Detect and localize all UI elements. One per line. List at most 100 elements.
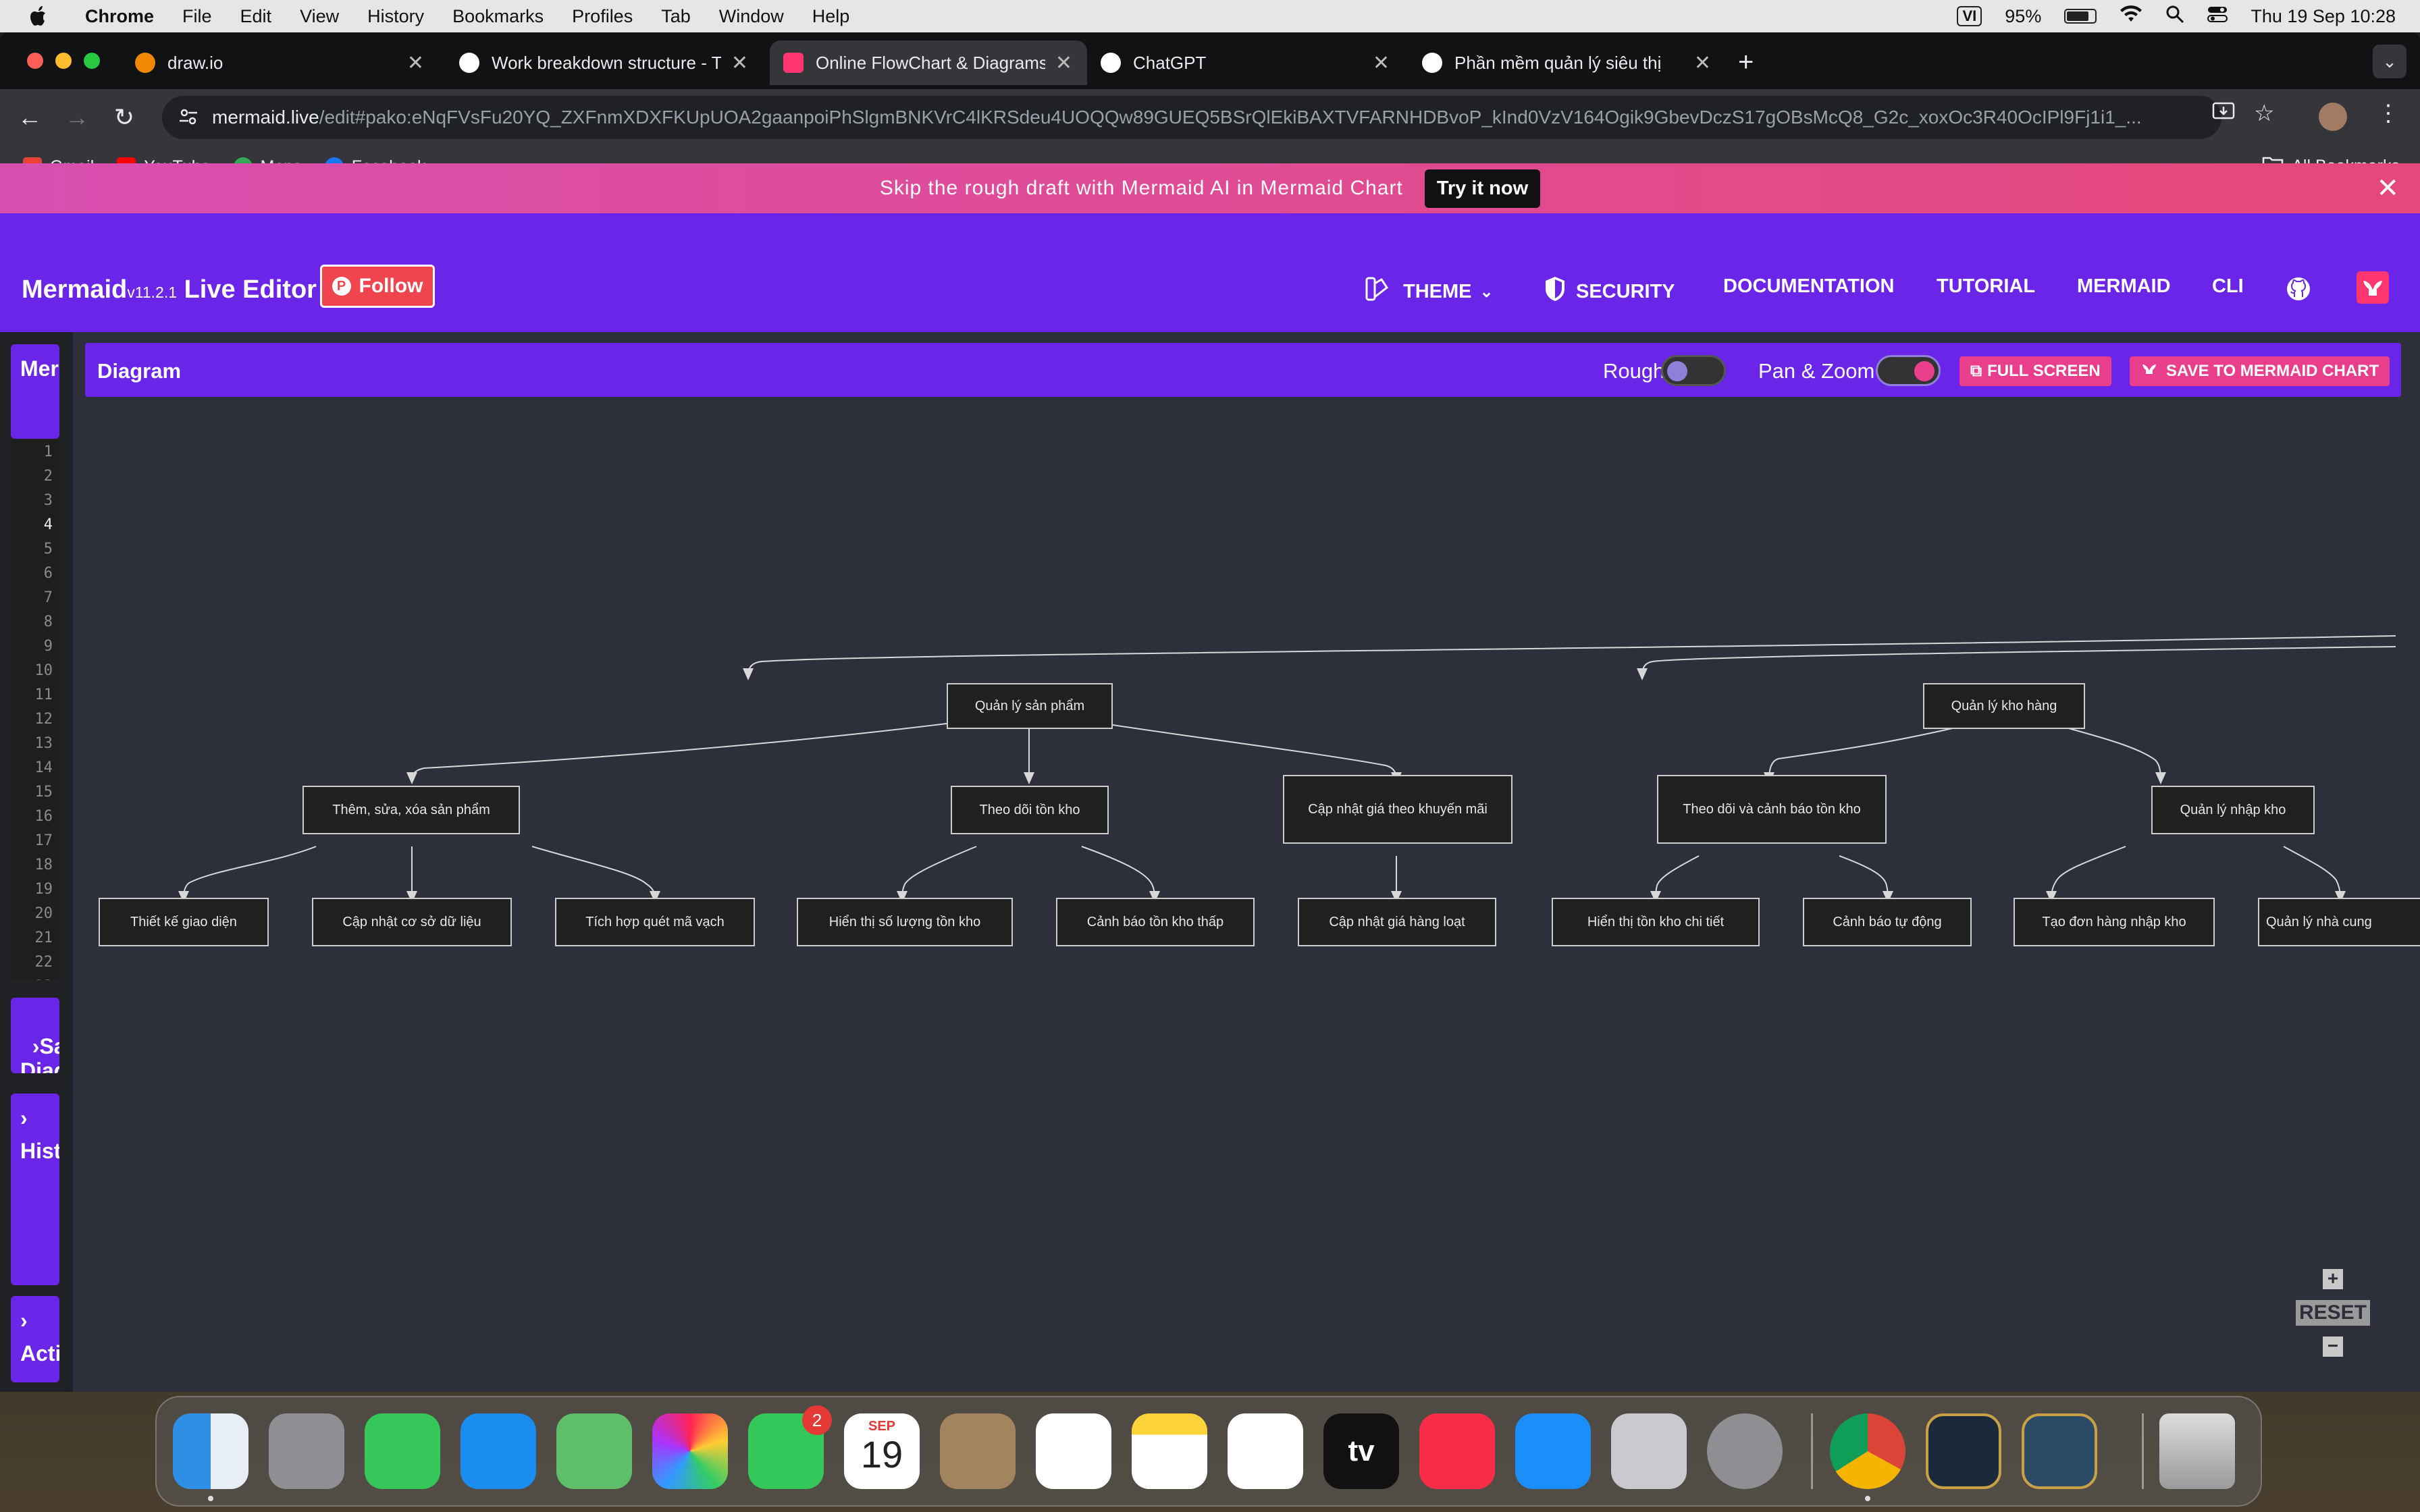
full-screen-button[interactable]: ⧉ FULL SCREEN [1959,356,2111,386]
close-tab-icon[interactable]: ✕ [1694,51,1711,75]
messages-icon[interactable] [365,1413,440,1489]
spotlight-search-icon[interactable] [2165,5,2184,28]
pan-zoom-toggle[interactable] [1876,355,1941,386]
wifi-icon[interactable] [2120,5,2142,28]
launchpad-icon[interactable] [269,1413,344,1489]
forward-arrow-icon[interactable]: → [59,103,95,132]
try-it-now-button[interactable]: Try it now [1424,169,1541,208]
league-client-icon[interactable] [2022,1413,2097,1489]
close-window-button[interactable] [27,53,43,69]
reset-zoom-button[interactable]: RESET [2296,1300,2370,1326]
calendar-icon[interactable]: SEP 19 [844,1413,920,1489]
node-tao-don-nhap-kho[interactable]: Tạo đơn hàng nhập kho [2014,898,2215,946]
node-quan-ly-nhap-kho[interactable]: Quản lý nhập kho [2151,786,2315,834]
code-panel-tab[interactable]: Mer [11,344,59,439]
apple-tv-icon[interactable]: tv [1323,1413,1399,1489]
zoom-window-button[interactable] [84,53,100,69]
sample-diagrams-panel[interactable]: ›Sa Diag [11,998,59,1073]
automator-icon[interactable] [1611,1413,1687,1489]
save-to-mermaid-chart-button[interactable]: SAVE TO MERMAID CHART [2130,356,2390,386]
node-cap-nhat-gia-khuyen-mai[interactable]: Cập nhật giá theo khuyến mãi [1283,775,1512,844]
site-info-icon[interactable] [178,107,199,132]
mermaid-link[interactable]: MERMAID [2077,275,2171,298]
menu-view[interactable]: View [300,6,339,27]
zoom-out-button[interactable]: − [2323,1336,2343,1357]
theme-dropdown[interactable]: THEME ⌄ [1364,275,1494,308]
node-them-sua-xoa[interactable]: Thêm, sửa, xóa sản phẩm [302,786,520,834]
facetime-icon[interactable]: 2 [748,1405,832,1489]
battery-icon[interactable] [2064,9,2097,24]
node-quan-ly-nha-cung[interactable]: Quản lý nhà cung [2258,898,2420,946]
node-hien-thi-so-luong[interactable]: Hiển thị số lượng tồn kho [797,898,1013,946]
menu-help[interactable]: Help [812,6,850,27]
contacts-icon[interactable] [940,1413,1016,1489]
brand-logo[interactable]: Mermaidv11.2.1 Live Editor [22,275,317,304]
tab-drawio[interactable]: draw.io ✕ [122,40,439,85]
system-settings-icon[interactable] [1707,1413,1783,1489]
close-tab-icon[interactable]: ✕ [1373,51,1390,75]
panel-resize-handle[interactable] [65,338,70,1390]
menu-window[interactable]: Window [719,6,784,27]
cli-link[interactable]: CLI [2212,275,2244,298]
menu-profiles[interactable]: Profiles [572,6,633,27]
music-icon[interactable] [1419,1413,1495,1489]
safari-icon[interactable] [461,1413,536,1489]
reload-icon[interactable]: ↻ [107,103,142,132]
node-cap-nhat-gia-hang-loat[interactable]: Cập nhật giá hàng loạt [1298,898,1496,946]
menu-tab[interactable]: Tab [661,6,691,27]
security-link[interactable]: SECURITY [1544,275,1675,308]
node-canh-bao-tu-dong[interactable]: Cảnh báo tự động [1803,898,1972,946]
close-tab-icon[interactable]: ✕ [1055,51,1072,75]
tab-supermarket[interactable]: Phần mềm quản lý siêu thị ✕ [1409,40,1726,85]
bookmark-star-icon[interactable]: ☆ [2254,100,2274,127]
tab-mermaid[interactable]: Online FlowChart & Diagrams ✕ [770,40,1087,85]
node-quan-ly-san-pham[interactable]: Quản lý sản phẩm [947,683,1113,729]
reminders-icon[interactable] [1036,1413,1111,1489]
follow-button[interactable]: P Follow [320,265,435,308]
finder-icon[interactable] [173,1413,248,1501]
tutorial-link[interactable]: TUTORIAL [1937,275,2035,298]
node-canh-bao-ton-kho-thap[interactable]: Cảnh báo tồn kho thấp [1056,898,1255,946]
league-of-legends-icon[interactable] [1926,1413,2001,1489]
apple-icon[interactable] [24,5,54,27]
more-menu-icon[interactable]: ⋮ [2377,100,2400,127]
close-tab-icon[interactable]: ✕ [407,51,424,75]
node-tich-hop-quet-ma[interactable]: Tích hợp quét mã vạch [555,898,755,946]
node-theo-doi-canh-bao[interactable]: Theo dõi và cảnh báo tồn kho [1657,775,1887,844]
notes-icon[interactable] [1132,1413,1207,1489]
menu-file[interactable]: File [182,6,212,27]
menu-bookmarks[interactable]: Bookmarks [452,6,544,27]
minimize-window-button[interactable] [55,53,72,69]
actions-panel[interactable]: › Acti [11,1296,59,1382]
menu-edit[interactable]: Edit [240,6,272,27]
close-tab-icon[interactable]: ✕ [731,51,748,75]
tab-chatgpt[interactable]: ChatGPT ✕ [1087,40,1404,85]
photos-icon[interactable] [652,1413,728,1489]
back-arrow-icon[interactable]: ← [12,103,47,132]
node-quan-ly-kho-hang[interactable]: Quản lý kho hàng [1923,683,2085,729]
install-app-icon[interactable] [2212,100,2235,129]
chrome-icon[interactable] [1830,1413,1905,1501]
input-source-indicator[interactable]: VI [1957,6,1982,26]
diagram-canvas[interactable]: Quản lý sản phẩm Quản lý kho hàng Thêm, … [73,397,2420,1392]
trash-icon[interactable] [2159,1413,2235,1489]
close-banner-icon[interactable]: ✕ [2376,173,2400,204]
menu-app-name[interactable]: Chrome [85,6,154,27]
app-store-icon[interactable] [1515,1413,1591,1489]
new-tab-button[interactable]: + [1738,47,1754,78]
control-center-icon[interactable] [2207,5,2228,28]
menu-history[interactable]: History [367,6,424,27]
node-hien-thi-ton-kho[interactable]: Hiển thị tồn kho chi tiết [1552,898,1760,946]
documentation-link[interactable]: DOCUMENTATION [1723,275,1894,298]
address-bar[interactable]: mermaid.live/edit#pako:eNqFVsFu20YQ_ZXFn… [162,96,2221,139]
freeform-icon[interactable] [1228,1413,1303,1489]
profile-avatar[interactable] [2319,103,2347,131]
clock-datetime[interactable]: Thu 19 Sep 10:28 [2251,6,2396,27]
node-thiet-ke-giao-dien[interactable]: Thiết kế giao diện [99,898,269,946]
node-theo-doi-ton-kho[interactable]: Theo dõi tồn kho [951,786,1109,834]
mermaid-chart-logo-icon[interactable] [2357,271,2389,304]
tab-work-breakdown[interactable]: Work breakdown structure - T ✕ [446,40,763,85]
node-cap-nhat-csdl[interactable]: Cập nhật cơ sở dữ liệu [312,898,512,946]
github-icon[interactable] [2285,275,2312,302]
history-panel[interactable]: › Hist [11,1094,59,1285]
